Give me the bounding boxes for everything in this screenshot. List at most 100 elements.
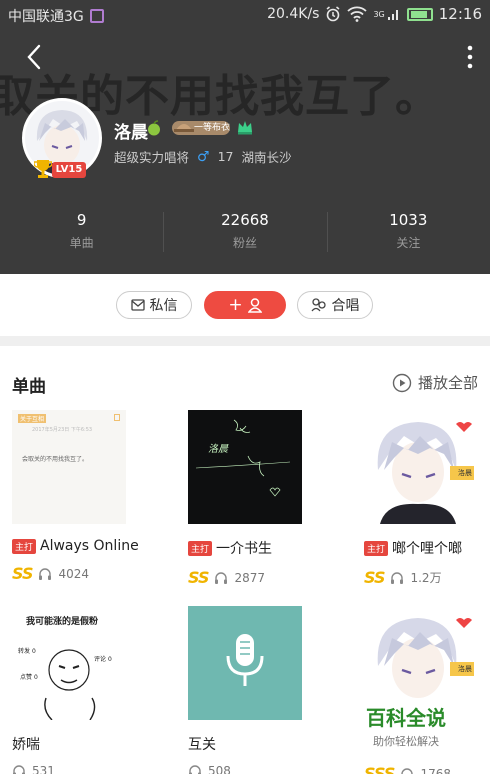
play-circle-icon (392, 373, 412, 392)
more-options-icon[interactable] (464, 44, 476, 70)
alarm-icon (327, 6, 340, 22)
song-plays: 2877 (234, 570, 266, 585)
notification-icon (89, 9, 104, 23)
network-speed: 20.4K/s (267, 6, 320, 22)
profile-stats: 9 单曲 22668 粉丝 1033 关注 (0, 208, 490, 258)
song-title-row: 主打 啷个哩个啷 (364, 538, 478, 558)
stat-label: 粉丝 (232, 236, 257, 250)
stat-fans[interactable]: 22668 粉丝 (163, 208, 326, 258)
duet-icon (310, 298, 326, 312)
song-cover[interactable]: 关于互相 2017年5月23日 下午6:53 会取关的不用找我互了。 (12, 410, 126, 524)
song-card[interactable]: 关于互相 2017年5月23日 下午6:53 会取关的不用找我互了。 主打 Al… (12, 410, 139, 583)
song-meta: SS 4024 (12, 564, 126, 583)
song-tag: 主打 (364, 540, 389, 556)
song-title: 啷个哩个啷 (392, 541, 463, 557)
headphones-icon (401, 767, 414, 774)
cover-count: 0 (107, 656, 112, 663)
song-card[interactable]: 洛晨 主打 啷个哩个啷 SS 1.2万 (364, 410, 478, 587)
clock: 12:16 (438, 5, 482, 23)
song-grade: SS (12, 564, 34, 583)
play-all-label: 播放全部 (417, 374, 478, 392)
cover-label-text: 评论 (94, 656, 107, 663)
song-cover[interactable]: 洛晨 (188, 410, 302, 524)
user-title: 超级实力唱将 (114, 150, 190, 165)
user-age: 17 (217, 149, 234, 164)
cover-count: 0 (33, 674, 38, 681)
song-card[interactable]: 互关 508 (188, 606, 302, 774)
stat-following[interactable]: 1033 关注 (326, 208, 490, 258)
song-title: 一介书生 (216, 541, 273, 557)
duet-button[interactable]: 合唱 (297, 291, 373, 319)
cover-text: 洛晨 (208, 444, 228, 455)
user-name: 洛晨 (114, 123, 148, 143)
song-cover[interactable]: 洛晨 (364, 410, 478, 524)
headphones-icon (215, 571, 228, 584)
song-meta: SSS 1768 (364, 764, 478, 774)
message-button-label: 私信 (149, 298, 178, 314)
song-meta: 531 (12, 764, 126, 774)
level-badge: LV15 (52, 162, 86, 178)
song-plays: 508 (208, 764, 231, 774)
stat-value: 22668 (221, 211, 269, 229)
user-icon (247, 297, 262, 313)
song-plays: 1768 (420, 766, 451, 774)
calligraphy-art (195, 419, 291, 497)
song-cover[interactable]: 我可能涨的是假粉 转发 0 评论 0 点赞 0 (12, 606, 126, 720)
song-grade: SSS (364, 764, 395, 774)
headphones-icon (391, 571, 404, 584)
male-icon: ♂ (197, 148, 210, 165)
song-title: 娇喘 (12, 737, 40, 753)
signal-icon (387, 10, 398, 20)
apple-icon (148, 120, 160, 136)
song-meta: SS 1.2万 (364, 568, 478, 587)
mail-icon (130, 299, 145, 311)
song-meta: 508 (188, 764, 302, 774)
microphone-icon (226, 634, 264, 686)
cover-count: 0 (31, 648, 36, 655)
cover-label: 转发 0 (18, 646, 36, 655)
back-icon[interactable] (20, 42, 50, 72)
user-location: 湖南长沙 (241, 150, 292, 165)
song-grade: SS (188, 568, 210, 587)
song-title: 互关 (188, 737, 216, 753)
song-title: Always Online (40, 538, 139, 554)
song-plays: 1.2万 (410, 571, 442, 585)
cover-text: 洛晨 (458, 665, 472, 673)
stat-value: 9 (76, 211, 87, 229)
stat-label: 关注 (396, 236, 421, 250)
headphones-icon (189, 765, 201, 774)
song-meta: SS 2877 (188, 568, 302, 587)
cover-label-text: 转发 (18, 648, 31, 655)
cover-text: 会取关的不用找我互了。 (22, 456, 89, 463)
song-cover[interactable] (188, 606, 302, 720)
song-card[interactable]: 洛晨 主打 一介书生 SS 2877 (188, 410, 302, 587)
cover-label-text: 点赞 (20, 674, 33, 681)
share-icon (114, 414, 120, 421)
play-all-button[interactable]: 播放全部 (392, 372, 478, 393)
song-tag: 主打 (12, 538, 37, 554)
action-bar: 私信 + 合唱 (0, 274, 490, 336)
song-tag: 主打 (188, 540, 213, 556)
stat-value: 1033 (389, 211, 428, 229)
cover-header: 关于互相 (18, 414, 47, 423)
song-card[interactable]: 我可能涨的是假粉 转发 0 评论 0 点赞 0 娇喘 531 (12, 606, 126, 774)
stat-label: 单曲 (69, 236, 94, 250)
song-title-row: 主打 Always Online (12, 538, 139, 554)
carrier-label: 中国联通3G (8, 9, 84, 25)
status-bar: 中国联通3G 20.4K/s 3G 12:16 (0, 0, 490, 30)
cover-text: 洛晨 (458, 469, 472, 477)
message-button[interactable]: 私信 (116, 291, 192, 319)
section-divider (0, 336, 490, 346)
song-title-row: 娇喘 (12, 734, 126, 754)
follow-button[interactable]: + (204, 291, 286, 319)
headphones-icon (39, 567, 52, 580)
song-title-row: 互关 (188, 734, 302, 754)
song-plays: 531 (32, 764, 55, 774)
song-grade: SS (364, 568, 386, 587)
cover-label: 评论 0 (94, 654, 112, 663)
duet-button-label: 合唱 (331, 298, 360, 314)
cover-text: 我可能涨的是假粉 (26, 617, 99, 627)
battery-icon (406, 7, 433, 21)
watermark-subtitle: 助你轻松解决 (373, 735, 439, 748)
stat-songs[interactable]: 9 单曲 (0, 208, 163, 258)
